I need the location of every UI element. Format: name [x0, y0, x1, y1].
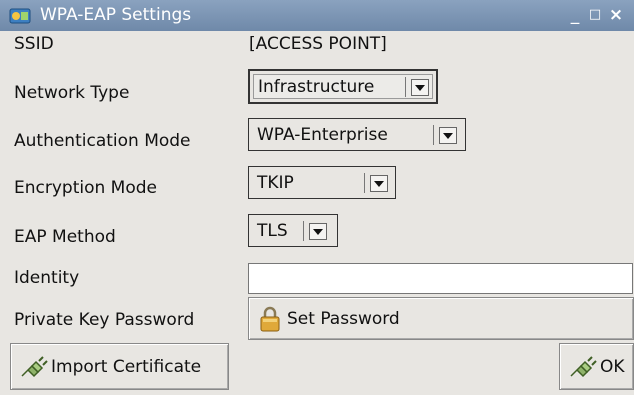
encryption-mode-select[interactable]: TKIP — [248, 166, 396, 199]
plug-icon — [21, 355, 48, 377]
close-button[interactable]: × — [607, 5, 625, 25]
private-key-password-label: Private Key Password — [14, 310, 195, 330]
minimize-button[interactable]: _ — [566, 5, 584, 25]
chevron-down-icon[interactable] — [370, 175, 388, 192]
network-type-value: Infrastructure — [258, 77, 375, 97]
encryption-mode-value: TKIP — [257, 173, 294, 193]
eap-method-select[interactable]: TLS — [248, 214, 338, 247]
import-certificate-label: Import Certificate — [51, 356, 202, 377]
lock-icon — [260, 306, 280, 331]
ssid-value: [ACCESS POINT] — [249, 34, 387, 54]
window-title: WPA-EAP Settings — [40, 5, 192, 25]
plug-icon — [570, 355, 597, 377]
auth-mode-select[interactable]: WPA-Enterprise — [248, 118, 466, 151]
ok-button[interactable]: OK — [559, 343, 634, 390]
title-bar[interactable]: WPA-EAP Settings _ □ × — [0, 0, 634, 31]
maximize-button[interactable]: □ — [586, 5, 604, 25]
auth-mode-label: Authentication Mode — [14, 131, 191, 151]
identity-label: Identity — [14, 268, 80, 288]
encryption-mode-label: Encryption Mode — [14, 178, 157, 198]
ok-label: OK — [600, 356, 625, 377]
chevron-down-icon[interactable] — [309, 223, 327, 240]
set-password-label: Set Password — [287, 308, 400, 329]
import-certificate-button[interactable]: Import Certificate — [10, 343, 229, 390]
network-type-label: Network Type — [14, 83, 130, 103]
identity-input[interactable] — [248, 263, 633, 294]
eap-method-label: EAP Method — [14, 227, 116, 247]
ssid-label: SSID — [14, 34, 54, 54]
network-type-select[interactable]: Infrastructure — [248, 69, 438, 104]
set-password-button[interactable]: Set Password — [248, 297, 634, 340]
eap-method-value: TLS — [257, 221, 288, 241]
chevron-down-icon[interactable] — [439, 127, 457, 144]
chevron-down-icon[interactable] — [411, 79, 429, 96]
auth-mode-value: WPA-Enterprise — [257, 125, 388, 145]
network-settings-icon — [9, 8, 31, 24]
